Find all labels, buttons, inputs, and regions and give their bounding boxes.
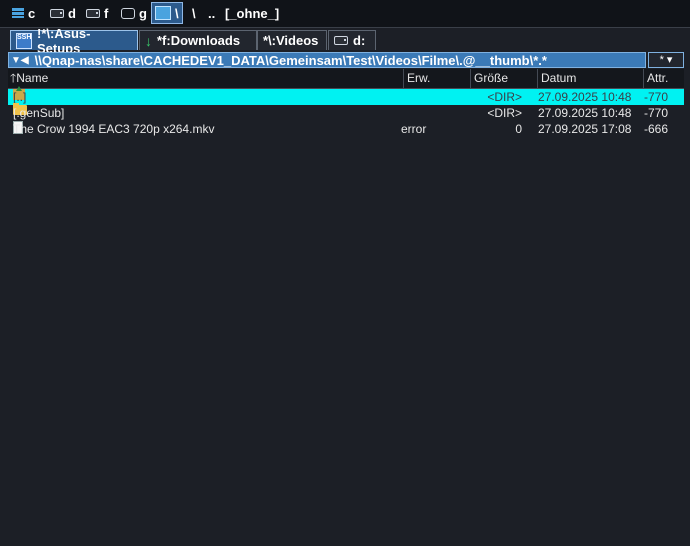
network-drive-icon	[155, 6, 171, 20]
usb-drive-icon	[121, 7, 135, 19]
drive-button-network[interactable]: \	[151, 2, 183, 24]
column-name-label: Name	[16, 71, 49, 85]
disk-drive-icon	[334, 36, 348, 45]
filter-star-label: *	[659, 54, 664, 66]
tab-d[interactable]: d:	[328, 30, 376, 50]
file-attr: -770	[644, 90, 669, 104]
file-size: <DIR>	[487, 106, 522, 120]
file-row[interactable]: [..] <DIR> 27.09.2025 10:48 -770	[8, 86, 684, 105]
filter-star-button[interactable]: * ▾	[648, 52, 684, 68]
no-filter-button[interactable]: [_ohne_]	[225, 3, 279, 23]
file-date: 27.09.2025 17:08	[538, 122, 632, 136]
file-attr: -770	[644, 106, 669, 120]
file-ext: error	[401, 122, 427, 136]
drive-bar: c d f g \ \ .. [_ohne_]	[0, 0, 690, 28]
drive-label: c	[28, 5, 36, 21]
column-ext-label: Erw.	[407, 71, 431, 85]
tab-label: *\:Videos	[263, 33, 319, 48]
column-attr-label: Attr.	[647, 71, 669, 85]
drive-button-g[interactable]: g	[121, 3, 147, 23]
file-attr: -666	[644, 122, 669, 136]
column-size[interactable]: Größe	[471, 69, 538, 88]
path-bar[interactable]: ▼◀ \\Qnap-nas\share\CACHEDEV1_DATA\Gemei…	[8, 52, 646, 68]
drive-label: g	[139, 5, 147, 21]
parent-label: ..	[208, 5, 216, 21]
file-size: <DIR>	[487, 90, 522, 104]
disk-drive-icon	[50, 8, 64, 18]
file-row[interactable]: The Crow 1994 EAC3 720p x264.mkv error 0…	[8, 121, 684, 137]
tab-videos[interactable]: *\:Videos	[257, 30, 327, 50]
download-arrow-icon: ↓	[145, 32, 152, 49]
history-arrows-icon[interactable]: ▼◀	[11, 55, 29, 66]
parent-button[interactable]: ..	[208, 3, 215, 23]
column-date-label: Datum	[541, 71, 577, 85]
file-list: [..] <DIR> 27.09.2025 10:48 -770 [.genSu…	[8, 86, 684, 546]
file-row[interactable]: [.genSub] <DIR> 27.09.2025 10:48 -770	[8, 103, 684, 121]
folder-tabs: SSH !*\:Asus-Setups ↓ *f:Downloads *\:Vi…	[0, 26, 690, 56]
root-label: \	[192, 5, 196, 21]
column-ext[interactable]: Erw.	[404, 69, 471, 88]
drive-button-c[interactable]: c	[12, 3, 35, 23]
tab-asus-setups[interactable]: SSH !*\:Asus-Setups	[10, 26, 138, 56]
file-name: The Crow 1994 EAC3 720p x264.mkv	[13, 122, 215, 136]
drive-label: f	[104, 5, 109, 21]
root-button[interactable]: \	[192, 3, 196, 23]
file-size: 0	[515, 122, 522, 136]
tab-downloads[interactable]: ↓ *f:Downloads	[139, 30, 257, 50]
column-attr[interactable]: Attr.	[644, 69, 684, 88]
column-header: 🡑Name Erw. Größe Datum Attr.	[8, 69, 684, 89]
column-size-label: Größe	[474, 71, 509, 85]
drive-button-f[interactable]: f	[86, 3, 108, 23]
file-date: 27.09.2025 10:48	[538, 90, 632, 104]
column-date[interactable]: Datum	[538, 69, 644, 88]
tab-label: !*\:Asus-Setups	[37, 25, 91, 56]
no-filter-label: [_ohne_]	[225, 5, 280, 21]
drive-label: d	[68, 5, 76, 21]
tab-label: *f:Downloads	[157, 33, 241, 48]
grid-drive-icon	[12, 8, 24, 18]
tab-label: d:	[353, 33, 366, 48]
file-name: [.genSub]	[13, 106, 65, 120]
disk-drive-icon	[86, 8, 100, 18]
current-path: \\Qnap-nas\share\CACHEDEV1_DATA\Gemeinsa…	[34, 52, 547, 68]
drive-label: \	[175, 5, 179, 21]
column-name[interactable]: 🡑Name	[8, 69, 404, 88]
file-date: 27.09.2025 10:48	[538, 106, 632, 120]
ssh-icon: SSH	[16, 32, 32, 49]
drive-button-d[interactable]: d	[50, 3, 76, 23]
